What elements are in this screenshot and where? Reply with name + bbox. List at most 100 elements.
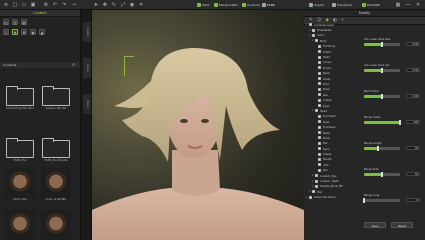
accessory-icon[interactable]: ◆ <box>30 29 36 35</box>
back-arrow-icon[interactable]: ← <box>72 2 78 8</box>
visibility-checkbox[interactable] <box>312 190 315 194</box>
visibility-checkbox[interactable] <box>315 174 318 178</box>
visibility-checkbox[interactable] <box>318 120 321 124</box>
visibility-checkbox[interactable] <box>315 39 318 43</box>
slider-track[interactable] <box>364 172 400 177</box>
conform-button[interactable]: Conform <box>242 2 260 8</box>
value-field[interactable]: 0 <box>406 198 420 202</box>
visibility-checkbox[interactable] <box>315 109 318 113</box>
folder-item[interactable]: Fluffy_Fun Bundle <box>40 138 72 162</box>
close-icon[interactable]: ✕ <box>415 2 421 8</box>
property-slider[interactable]: Bangs Length 40 <box>364 142 422 151</box>
visibility-checkbox[interactable] <box>318 82 321 86</box>
light-icon[interactable]: ☀ <box>138 2 144 8</box>
visibility-checkbox[interactable] <box>318 60 321 64</box>
slider-knob[interactable] <box>363 198 365 203</box>
property-slider[interactable]: ALL Lower back size 0.00 <box>364 38 422 47</box>
grid-icon[interactable]: ▦ <box>395 2 401 8</box>
side-tab-scene[interactable]: Scene <box>83 58 91 78</box>
visibility-checkbox[interactable] <box>318 131 321 134</box>
camera-icon[interactable]: ◉ <box>129 2 135 8</box>
hair-thumbnail[interactable] <box>5 210 35 240</box>
template-icon[interactable]: ▤ <box>3 19 9 25</box>
slider-knob[interactable] <box>399 120 401 125</box>
undo-icon[interactable]: ↶ <box>52 2 58 8</box>
visibility-checkbox[interactable] <box>315 179 318 183</box>
side-tab-visual[interactable]: Visual <box>83 94 91 114</box>
visibility-checkbox[interactable] <box>312 33 315 37</box>
select-tool-icon[interactable]: ➤ <box>93 2 99 8</box>
slider-knob[interactable] <box>381 42 383 47</box>
transform-button[interactable]: Transform <box>332 2 352 8</box>
move-tool-icon[interactable]: ✥ <box>102 2 108 8</box>
slider-track[interactable] <box>364 94 400 99</box>
visibility-checkbox[interactable] <box>318 114 321 118</box>
side-tab-content[interactable]: Content <box>83 22 91 42</box>
hair-icon[interactable]: ♠ <box>12 29 18 35</box>
morphcraftor-button[interactable]: Morphcraftor <box>214 2 238 8</box>
save-icon[interactable]: ▣ <box>30 2 36 8</box>
new-file-icon[interactable]: □ <box>12 2 18 8</box>
save-button[interactable]: Save <box>364 222 386 228</box>
value-field[interactable]: 40 <box>406 146 420 150</box>
point-button[interactable]: Point <box>197 2 209 8</box>
menu-icon[interactable]: ≡ <box>3 2 9 8</box>
visibility-checkbox[interactable] <box>309 195 312 199</box>
content-tab[interactable]: Content <box>0 10 80 17</box>
visibility-checkbox[interactable] <box>318 163 321 167</box>
modify-tab[interactable]: Modify <box>304 10 425 17</box>
property-slider[interactable]: Bangs Long 0 <box>363 194 422 203</box>
rotate-tool-icon[interactable]: ↻ <box>111 2 117 8</box>
body-icon[interactable]: ☺ <box>3 29 9 35</box>
visibility-checkbox[interactable] <box>318 77 321 81</box>
visibility-checkbox[interactable] <box>312 28 315 32</box>
visibility-checkbox[interactable] <box>318 98 321 102</box>
folder-item[interactable]: Custom Hair Kit <box>40 86 72 110</box>
visibility-checkbox[interactable] <box>318 157 321 161</box>
value-field[interactable]: 100 <box>406 120 420 124</box>
visibility-checkbox[interactable] <box>318 147 321 151</box>
value-field[interactable]: 0.00 <box>406 68 420 72</box>
visibility-checkbox[interactable] <box>318 71 321 75</box>
pack-icon[interactable]: ▦ <box>21 19 27 25</box>
value-field[interactable]: 0.00 <box>406 94 420 98</box>
open-folder-icon[interactable]: ▭ <box>21 2 27 8</box>
slider-track[interactable] <box>364 42 400 47</box>
settings-icon[interactable]: ⚙ <box>43 2 49 8</box>
visibility-checkbox[interactable] <box>318 44 321 48</box>
hair-thumbnail[interactable] <box>5 168 35 198</box>
slider-knob[interactable] <box>381 68 383 73</box>
redo-icon[interactable]: ↷ <box>61 2 67 8</box>
slider-track[interactable] <box>364 146 400 151</box>
slider-track[interactable] <box>364 120 401 125</box>
3d-viewport[interactable] <box>92 10 304 240</box>
property-slider[interactable]: Back Under 0.00 <box>364 90 422 99</box>
visibility-checkbox[interactable] <box>315 184 318 188</box>
tree-row[interactable]: ▾ Show Sub Items <box>304 195 359 200</box>
hair-thumbnail[interactable] <box>41 168 71 198</box>
visibility-checkbox[interactable] <box>309 23 312 27</box>
property-slider[interactable]: ALL Lower back out 0.00 <box>364 64 422 73</box>
visibility-checkbox[interactable] <box>318 93 321 97</box>
visibility-checkbox[interactable] <box>318 125 321 129</box>
visibility-checkbox[interactable] <box>318 50 321 54</box>
cloth-icon[interactable]: ♣ <box>21 29 27 35</box>
slider-track[interactable] <box>363 198 400 203</box>
hair-thumbnail[interactable] <box>41 210 71 240</box>
value-field[interactable]: 50 <box>406 172 420 176</box>
shoes-icon[interactable]: ▲ <box>39 29 45 35</box>
mrbb-button[interactable]: MrBB <box>262 2 275 8</box>
visibility-checkbox[interactable] <box>318 136 321 140</box>
visibility-checkbox[interactable] <box>318 104 321 108</box>
visibility-checkbox[interactable] <box>318 55 321 59</box>
minimize-icon[interactable]: — <box>405 2 411 8</box>
settings-icon[interactable]: ⚙ <box>72 62 76 67</box>
import-button[interactable]: Import <box>309 2 324 8</box>
slider-knob[interactable] <box>381 172 383 177</box>
slider-knob[interactable] <box>377 146 380 151</box>
visibility-checkbox[interactable] <box>318 66 321 70</box>
folder-item[interactable]: Fluffy_Fun <box>4 138 36 162</box>
visibility-checkbox[interactable] <box>318 152 321 156</box>
slider-track[interactable] <box>364 68 400 73</box>
slider-knob[interactable] <box>381 94 383 99</box>
